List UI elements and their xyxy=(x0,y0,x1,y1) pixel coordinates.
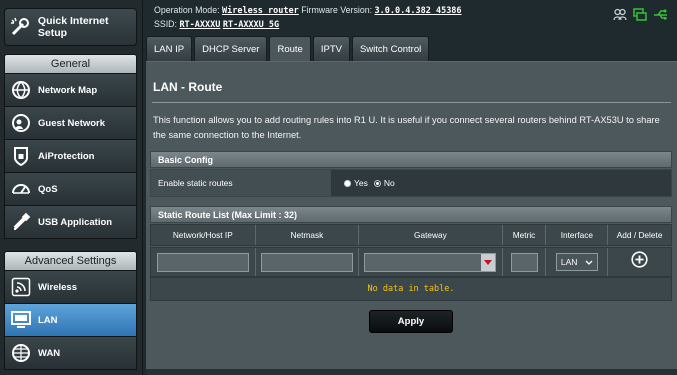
general-heading: General xyxy=(4,54,137,74)
firmware-label: Firmware Version: xyxy=(301,5,373,15)
sidebar-item-lan[interactable]: LAN xyxy=(4,304,137,337)
sidebar-item-label: WAN xyxy=(38,347,61,359)
add-route-button[interactable] xyxy=(631,251,648,273)
sidebar-item-label: Wireless xyxy=(38,281,77,293)
title-divider xyxy=(152,102,671,103)
sidebar-item-label: AiProtection xyxy=(38,150,95,162)
gauge-icon xyxy=(10,178,32,200)
sidebar-item-label: Guest Network xyxy=(38,117,106,129)
radio-no[interactable]: No xyxy=(373,178,395,188)
users-icon[interactable] xyxy=(613,8,627,23)
globe-icon xyxy=(10,79,32,101)
main-panel: LAN - Route This function allows you to … xyxy=(146,61,677,375)
tab-lan-ip[interactable]: LAN IP xyxy=(146,36,193,61)
sidebar-item-network-map[interactable]: Network Map xyxy=(4,74,137,107)
tab-switch-control[interactable]: Switch Control xyxy=(351,36,430,61)
usb-icon xyxy=(10,211,32,233)
operation-mode-label: Operation Mode: xyxy=(154,5,220,15)
column-header: Gateway xyxy=(359,225,503,245)
sidebar-item-label: LAN xyxy=(38,314,58,326)
interface-select[interactable]: LAN xyxy=(555,253,598,271)
tab-iptv[interactable]: IPTV xyxy=(312,36,350,61)
empty-table-message: No data in table. xyxy=(150,277,672,301)
basic-config-header: Basic Config xyxy=(150,151,672,168)
globe-wan-icon xyxy=(10,342,32,364)
column-header: Netmask xyxy=(256,225,360,245)
interface-select-value: LAN xyxy=(560,257,578,267)
netmask-input[interactable] xyxy=(260,252,353,272)
tab-bar: LAN IP DHCP Server Route IPTV Switch Con… xyxy=(146,36,430,61)
ssid-2g-link[interactable]: RT-AXXXU xyxy=(179,20,220,30)
enable-static-routes-row: Enable static routes Yes No xyxy=(150,169,672,197)
radio-yes-dot xyxy=(344,179,351,187)
sidebar-item-wireless[interactable]: Wireless xyxy=(4,271,137,304)
sidebar-item-label: QoS xyxy=(38,183,58,195)
operation-mode-link[interactable]: Wireless router xyxy=(222,6,299,16)
lan-icon xyxy=(10,309,32,331)
static-route-list-header: Static Route List (Max Limit : 32) xyxy=(150,206,672,223)
sidebar-item-usb-application[interactable]: USB Application xyxy=(4,206,137,239)
ssid-5g-link[interactable]: RT-AXXXU_5G xyxy=(223,20,279,30)
gateway-select[interactable] xyxy=(364,252,497,272)
dropdown-arrow-icon xyxy=(481,253,496,271)
apply-button[interactable]: Apply xyxy=(369,310,453,333)
ssid-label: SSID: xyxy=(154,19,177,29)
radio-yes[interactable]: Yes xyxy=(344,178,368,188)
column-header: Interface xyxy=(546,225,609,245)
chevron-down-icon xyxy=(585,257,593,267)
quick-internet-setup-button[interactable]: Quick Internet Setup xyxy=(4,8,137,46)
enable-static-routes-label: Enable static routes xyxy=(151,170,332,196)
sidebar-item-wan[interactable]: WAN xyxy=(4,337,137,370)
sidebar-item-aiprotection[interactable]: AiProtection xyxy=(4,140,137,173)
radio-no-label: No xyxy=(383,178,395,188)
status-header: Operation Mode: Wireless router Firmware… xyxy=(146,0,677,36)
tab-dhcp-server[interactable]: DHCP Server xyxy=(194,36,268,61)
advanced-settings-heading: Advanced Settings xyxy=(4,251,137,271)
sidebar-item-guest-network[interactable]: Guest Network xyxy=(4,107,137,140)
metric-input[interactable] xyxy=(510,252,538,272)
quick-internet-setup-label: Quick Internet Setup xyxy=(37,15,109,39)
setup-wizard-icon xyxy=(9,15,32,39)
network-host-ip-input[interactable] xyxy=(156,252,249,272)
radio-no-dot xyxy=(373,179,381,187)
route-table-header: Network/Host IP Netmask Gateway Metric I… xyxy=(150,224,672,246)
column-header: Metric xyxy=(503,225,547,245)
route-input-row: LAN xyxy=(150,247,672,277)
bottom-strip xyxy=(146,369,677,375)
clients-icon[interactable] xyxy=(633,8,647,23)
page-description: This function allows you to add routing … xyxy=(153,115,660,140)
lock-icon xyxy=(10,145,32,167)
firmware-version-link[interactable]: 3.0.0.4.382_45386 xyxy=(375,6,462,16)
tab-route[interactable]: Route xyxy=(269,36,311,61)
sidebar-item-label: Network Map xyxy=(38,84,98,96)
column-header: Add / Delete xyxy=(616,230,663,240)
radio-yes-label: Yes xyxy=(354,178,368,188)
sidebar: Quick Internet Setup General Network Map… xyxy=(0,0,143,375)
column-header: Network/Host IP xyxy=(151,225,256,245)
wireless-icon xyxy=(10,276,32,298)
add-circle-icon xyxy=(631,251,648,268)
sidebar-item-label: USB Application xyxy=(38,216,113,228)
guest-network-icon xyxy=(10,112,32,134)
usb-status-icon[interactable] xyxy=(653,8,669,23)
page-title: LAN - Route xyxy=(153,80,223,94)
sidebar-item-qos[interactable]: QoS xyxy=(4,173,137,206)
